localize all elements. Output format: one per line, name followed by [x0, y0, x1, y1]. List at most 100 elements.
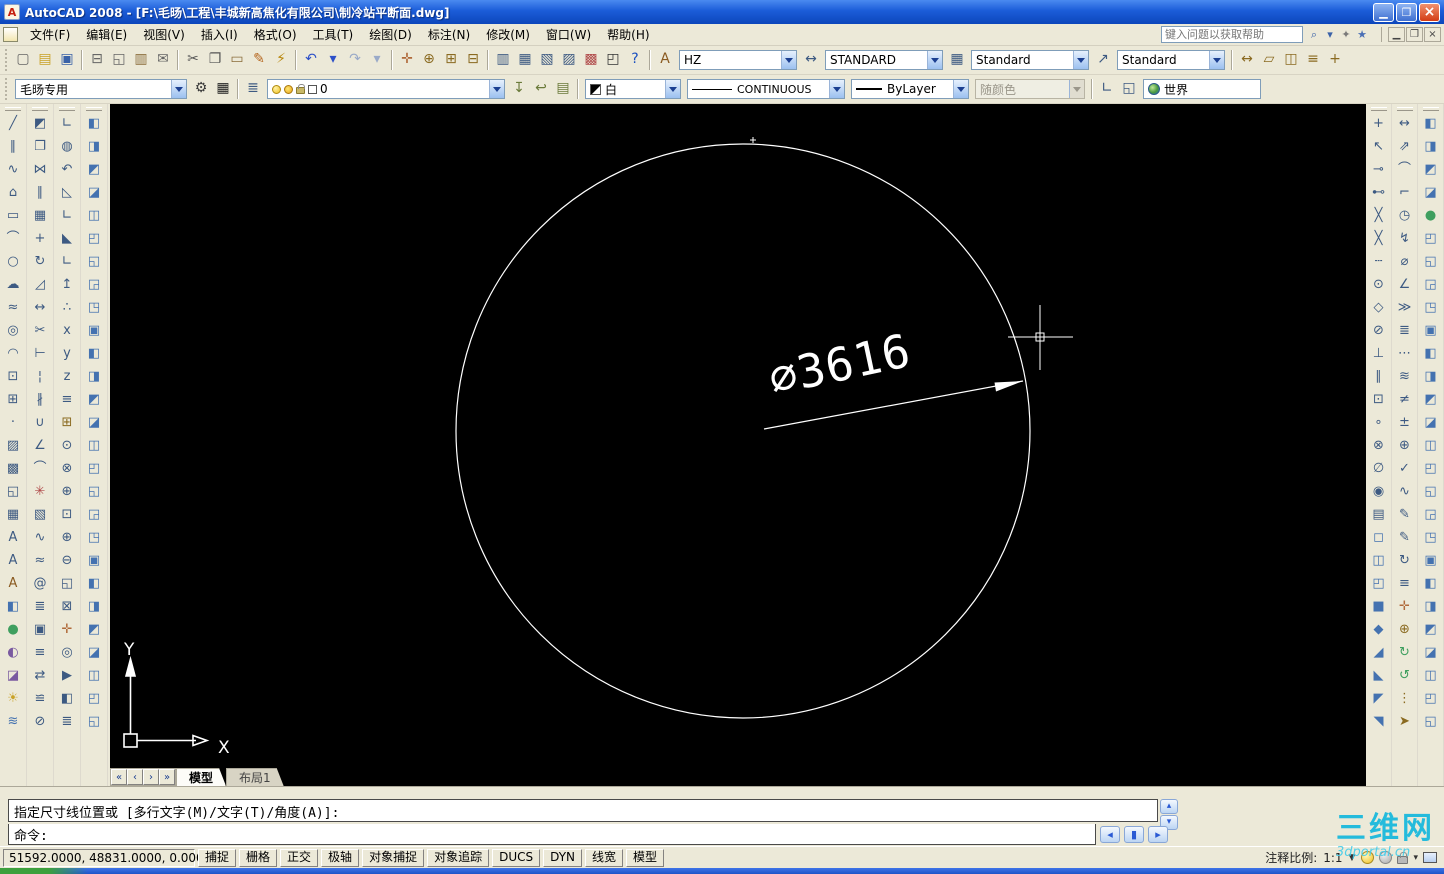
chevron-down-icon[interactable] [781, 51, 796, 69]
ordinate-dimension-icon[interactable]: ⌐ [1393, 182, 1417, 205]
dimension-edit-icon[interactable]: ✎ [1393, 504, 1417, 527]
toggle-snap[interactable]: 捕捉 [198, 848, 237, 867]
workspace-combo[interactable]: 毛旸专用 [15, 79, 187, 99]
ne-isometric-icon[interactable]: ◤ [1367, 688, 1391, 711]
union-icon[interactable]: ◧ [82, 113, 106, 136]
3d-wireframe-icon[interactable]: ◫ [1367, 550, 1391, 573]
single-line-text-icon[interactable]: A [1, 550, 25, 573]
undo-icon[interactable]: ↶ [300, 49, 322, 71]
se-isometric-icon[interactable]: ◣ [1367, 665, 1391, 688]
layer-color-swatch[interactable] [308, 84, 317, 94]
menu-view[interactable]: 视图(V) [135, 24, 193, 45]
region-mass-properties-icon[interactable]: ◫ [1280, 49, 1302, 71]
chevron-down-icon[interactable] [489, 80, 504, 98]
table-icon[interactable]: ▦ [1, 504, 25, 527]
clean-screen-icon[interactable] [1423, 852, 1437, 863]
lights-icon[interactable]: ☀ [1, 688, 25, 711]
hatch-icon[interactable]: ▨ [1, 435, 25, 458]
spline-icon[interactable]: ≈ [1, 297, 25, 320]
clean-icon[interactable]: ◱ [82, 481, 106, 504]
aligned-dimension-icon[interactable]: ⇗ [1393, 136, 1417, 159]
designcenter-icon[interactable]: ▦ [514, 49, 536, 71]
publish-icon[interactable]: ▥ [130, 49, 152, 71]
snap-extension-icon[interactable]: ┄ [1367, 251, 1391, 274]
ucs-y-icon[interactable]: y [55, 343, 79, 366]
linear-dimension-icon[interactable]: ↔ [1393, 113, 1417, 136]
zoom-extents-icon[interactable]: ⊠ [55, 596, 79, 619]
open-file-icon[interactable]: ▤ [34, 49, 56, 71]
sheet-set-manager-icon[interactable]: ▨ [558, 49, 580, 71]
undo-list-icon[interactable]: ▾ [322, 49, 344, 71]
layer-combo[interactable]: 0 [267, 79, 505, 99]
toggle-model-space[interactable]: 模型 [626, 848, 665, 867]
table-style-icon[interactable]: ▦ [946, 49, 968, 71]
chevron-down-icon[interactable] [953, 80, 968, 98]
ucs-x-icon[interactable]: x [55, 320, 79, 343]
snap-none-icon[interactable]: ∅ [1367, 458, 1391, 481]
arc-icon[interactable]: ⌒ [1, 228, 25, 251]
revolve-icon[interactable]: ◪ [1419, 412, 1443, 435]
dimension-space-icon[interactable]: ≋ [1393, 366, 1417, 389]
convert-to-solid-icon[interactable]: ◱ [1419, 711, 1443, 734]
markup-set-manager-icon[interactable]: ▩ [580, 49, 602, 71]
edit-hatch-icon[interactable]: ▧ [28, 504, 52, 527]
subtract-icon[interactable]: ◱ [1419, 481, 1443, 504]
snap-from-icon[interactable]: ↖ [1367, 136, 1391, 159]
cylinder-icon[interactable]: ◰ [1419, 228, 1443, 251]
toggle-osnap[interactable]: 对象捕捉 [362, 848, 425, 867]
continuous-orbit-icon[interactable]: ↺ [1393, 665, 1417, 688]
overkill-icon[interactable]: ⊘ [28, 711, 52, 734]
tabulated-surface-icon[interactable]: ◪ [1419, 642, 1443, 665]
intersect-icon[interactable]: ◩ [82, 159, 106, 182]
dim-style-icon[interactable]: ↔ [800, 49, 822, 71]
locate-point-icon[interactable]: + [1324, 49, 1346, 71]
zoom-all-icon[interactable]: ◱ [55, 573, 79, 596]
layer-states-manager-icon[interactable]: ▤ [552, 78, 574, 100]
intersect-icon[interactable]: ◲ [1419, 504, 1443, 527]
conceptual-icon[interactable]: ◆ [1367, 619, 1391, 642]
diameter-dimension-icon[interactable]: ⌀ [1393, 251, 1417, 274]
menu-window[interactable]: 窗口(W) [538, 24, 599, 45]
scroll-slider-icon[interactable]: ▮ [1124, 826, 1144, 843]
zoom-object-icon[interactable]: ⊡ [55, 504, 79, 527]
annotation-scale-dropdown-icon[interactable]: ▼ [1349, 853, 1356, 863]
ucs-zaxis-icon[interactable]: ↥ [55, 274, 79, 297]
coordinate-readout[interactable]: 51592.0000, 48831.0000, 0.0000 [3, 848, 211, 867]
snap-endpoint-icon[interactable]: ⊸ [1367, 159, 1391, 182]
circle-icon[interactable]: ○ [1, 251, 25, 274]
pyramid-icon[interactable]: ◫ [82, 665, 106, 688]
revision-cloud-icon[interactable]: ☁ [1, 274, 25, 297]
snap-apparent-intersection-icon[interactable]: ╳ [1367, 228, 1391, 251]
dimension-text[interactable]: ∅3616 [764, 323, 916, 406]
ucs-face-icon[interactable]: ◺ [55, 182, 79, 205]
zoom-previous-icon[interactable]: ⊟ [462, 49, 484, 71]
snap-perpendicular-icon[interactable]: ⊥ [1367, 343, 1391, 366]
plot-icon[interactable]: ⊟ [86, 49, 108, 71]
layer-thaw-icon[interactable] [284, 84, 293, 94]
tab-prev-icon[interactable]: ‹ [127, 769, 143, 785]
move-faces-icon[interactable]: ▣ [82, 320, 106, 343]
favorites-icon[interactable]: ★ [1354, 27, 1370, 43]
toggle-otrack[interactable]: 对象追踪 [427, 848, 490, 867]
presspull-icon[interactable]: ◨ [1419, 366, 1443, 389]
mdi-close-icon[interactable]: × [1424, 27, 1441, 42]
toolbar-grip[interactable] [5, 78, 9, 100]
snap-intersection-icon[interactable]: ╳ [1367, 205, 1391, 228]
new-file-icon[interactable]: ▢ [12, 49, 34, 71]
dim-style-combo[interactable]: STANDARD [825, 50, 943, 70]
3d-hidden-icon[interactable]: ◰ [1367, 573, 1391, 596]
make-block-icon[interactable]: ⊞ [1, 389, 25, 412]
cylinder-icon[interactable]: ◧ [82, 573, 106, 596]
dimension-break-icon[interactable]: ≠ [1393, 389, 1417, 412]
toggle-lineweight[interactable]: 线宽 [585, 848, 624, 867]
ucs-world-icon[interactable]: ◍ [55, 136, 79, 159]
ruled-surface-icon[interactable]: ◩ [1419, 619, 1443, 642]
edit-polyline-icon[interactable]: ∿ [28, 527, 52, 550]
chevron-down-icon[interactable] [1209, 51, 1224, 69]
chamfer-icon[interactable]: ∠ [28, 435, 52, 458]
cone-icon[interactable]: ◪ [1419, 182, 1443, 205]
copy-object-icon[interactable]: ❐ [28, 136, 52, 159]
3d-array-icon[interactable]: ◨ [1419, 596, 1443, 619]
snap-center-icon[interactable]: ⊙ [1367, 274, 1391, 297]
sw-isometric-icon[interactable]: ◢ [1367, 642, 1391, 665]
